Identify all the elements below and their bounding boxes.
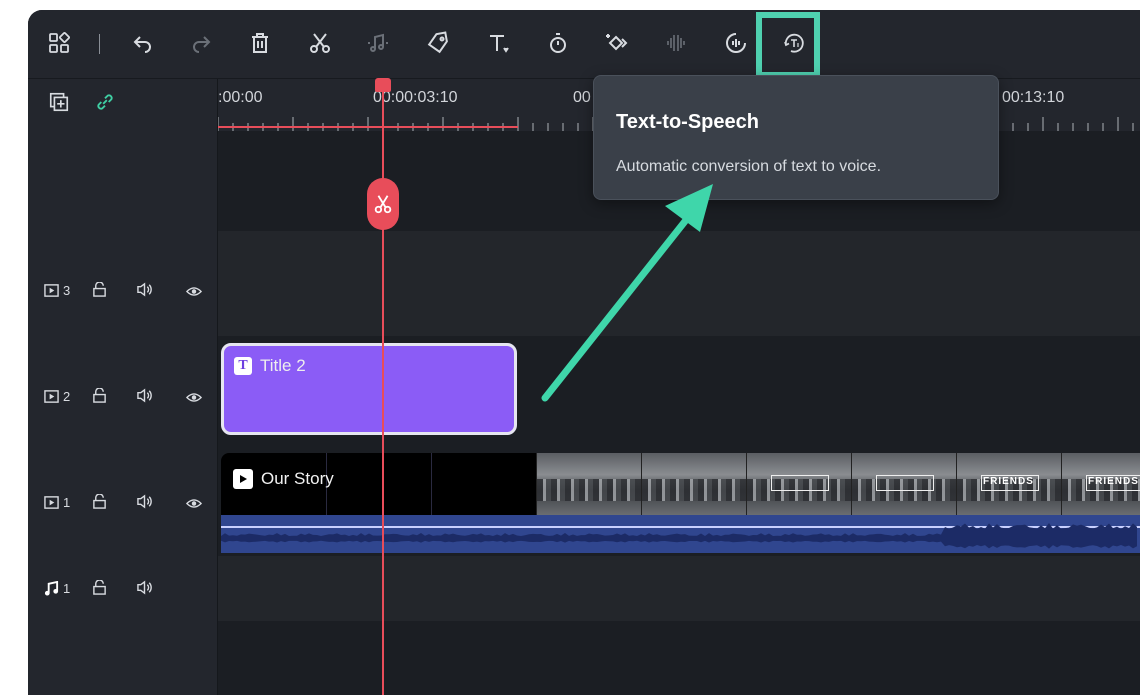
track-lane-a1[interactable] (218, 556, 1140, 621)
track-v1-label: 1 (44, 495, 70, 510)
audio-waveform[interactable] (221, 515, 1140, 553)
playhead-split-button[interactable] (367, 178, 399, 230)
timecode: 00:13:10 (1002, 89, 1065, 106)
text-icon[interactable] (483, 28, 513, 58)
tooltip-description: Automatic conversion of text to voice. (616, 158, 882, 175)
audio-wave-icon[interactable] (661, 28, 691, 58)
undo-icon[interactable] (128, 28, 158, 58)
timecode: 00 (573, 89, 591, 106)
track-number: 2 (63, 389, 71, 404)
video-thumbnail (851, 453, 956, 515)
eye-icon[interactable] (185, 496, 203, 514)
video-clip-label: Our Story (233, 469, 334, 489)
track-a1-label: 1 (44, 581, 70, 596)
track-number: 3 (63, 283, 71, 298)
video-clip-name: Our Story (261, 469, 334, 488)
music-note-icon (44, 581, 59, 596)
video-thumbnail (746, 453, 851, 515)
speaker-icon[interactable] (136, 580, 153, 600)
video-thumbnail (641, 453, 746, 515)
text-clip-icon: T (234, 357, 252, 375)
track-number: 1 (63, 581, 71, 596)
play-icon (233, 469, 253, 489)
track-number: 1 (63, 495, 71, 510)
speaker-icon[interactable] (136, 282, 153, 302)
video-thumbnail: FRIENDS (1061, 453, 1140, 515)
track-header-panel: 3 2 1 1 (28, 79, 218, 695)
toolbar-divider (99, 34, 100, 54)
text-to-speech-tooltip: Text-to-Speech Automatic conversion of t… (593, 75, 999, 200)
title-clip[interactable]: T Title 2 (221, 343, 517, 435)
speaker-icon[interactable] (136, 388, 153, 408)
track-lane-empty[interactable] (218, 621, 1140, 695)
title-clip-label: T Title 2 (234, 356, 306, 376)
playhead-handle[interactable] (375, 78, 391, 92)
timer-icon[interactable] (543, 28, 573, 58)
text-to-speech-highlight (756, 12, 820, 78)
lock-icon[interactable] (92, 579, 107, 600)
scissors-icon (374, 195, 392, 214)
lock-icon[interactable] (92, 281, 107, 302)
voice-icon[interactable] (721, 28, 751, 58)
toolbar (28, 10, 1140, 79)
keyframe-icon[interactable] (601, 28, 631, 58)
lock-icon[interactable] (92, 493, 107, 514)
track-v2-label: 2 (44, 389, 70, 404)
track-v3-label: 3 (44, 283, 70, 298)
timecode: :00:00 (218, 89, 263, 106)
title-clip-name: Title 2 (260, 356, 306, 375)
speaker-icon[interactable] (136, 494, 153, 514)
video-track-icon (44, 284, 59, 297)
video-clip[interactable]: Our Story FRIENDS FRIENDS (221, 453, 1140, 515)
track-lane-v3[interactable] (218, 231, 1140, 336)
eye-icon[interactable] (185, 390, 203, 408)
audio-split-icon[interactable] (363, 28, 393, 58)
video-track-icon (44, 496, 59, 509)
video-thumbnail (536, 453, 641, 515)
delete-icon[interactable] (245, 28, 275, 58)
add-track-icon[interactable] (48, 91, 70, 113)
video-track-icon (44, 390, 59, 403)
eye-icon[interactable] (185, 284, 203, 302)
lock-icon[interactable] (92, 387, 107, 408)
redo-icon[interactable] (186, 28, 216, 58)
link-icon[interactable] (94, 91, 116, 113)
scissors-icon[interactable] (305, 28, 335, 58)
thumbnail-text: FRIENDS (1088, 476, 1139, 487)
thumbnail-text: FRIENDS (983, 476, 1034, 487)
layout-grid-icon[interactable] (44, 28, 74, 58)
played-range-bar (218, 126, 518, 128)
tag-icon[interactable] (423, 28, 453, 58)
video-thumbnail: FRIENDS (956, 453, 1061, 515)
timeline-tracks: T Title 2 Our Story FRIENDS FRIENDS (218, 131, 1140, 695)
tooltip-title: Text-to-Speech (616, 111, 759, 133)
